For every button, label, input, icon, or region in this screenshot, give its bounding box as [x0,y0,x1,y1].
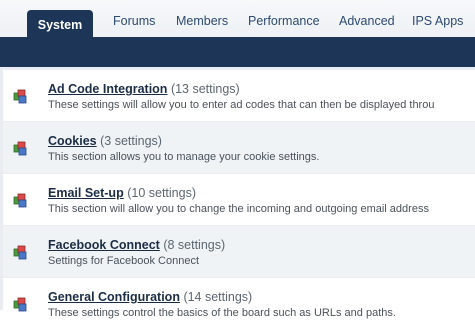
settings-cubes-icon [13,193,27,208]
setting-count: (3 settings) [100,134,162,148]
setting-description: This section allows you to manage your c… [48,151,320,163]
tab-advanced[interactable]: Advanced [339,14,395,28]
setting-count: (14 settings) [183,290,253,304]
setting-title-line: Email Set-up (10 settings) [48,186,196,200]
settings-cubes-icon [13,245,27,260]
settings-row: Facebook Connect (8 settings) Settings f… [3,226,475,277]
tab-system[interactable]: System [27,10,93,38]
setting-title-line: Ad Code Integration (13 settings) [48,82,240,96]
settings-row: General Configuration (14 settings) Thes… [3,278,475,329]
setting-link-general-configuration[interactable]: General Configuration [48,290,180,304]
sub-navigation-bar [0,37,475,67]
settings-row: Email Set-up (10 settings) This section … [3,174,475,225]
settings-list: Ad Code Integration (13 settings) These … [0,67,475,329]
settings-row: Cookies (3 settings) This section allows… [3,122,475,173]
tab-ips-apps[interactable]: IPS Apps [412,14,463,28]
setting-description: These settings will allow you to enter a… [48,99,435,111]
setting-description: Settings for Facebook Connect [48,255,200,267]
setting-count: (8 settings) [163,238,226,252]
tab-members[interactable]: Members [176,14,228,28]
tab-bar: System Forums Members Performance Advanc… [0,0,475,38]
setting-count: (13 settings) [170,82,240,96]
setting-link-email-set-up[interactable]: Email Set-up [48,186,124,200]
setting-link-ad-code-integration[interactable]: Ad Code Integration [48,82,167,96]
setting-title-line: Facebook Connect (8 settings) [48,238,225,252]
tab-performance[interactable]: Performance [248,14,320,28]
settings-row: Ad Code Integration (13 settings) These … [3,70,475,121]
setting-title-line: General Configuration (14 settings) [48,290,252,304]
settings-cubes-icon [13,89,27,104]
setting-description: This section will allow you to change th… [48,203,429,215]
setting-description: These settings control the basics of the… [48,307,396,319]
setting-link-facebook-connect[interactable]: Facebook Connect [48,238,160,252]
setting-title-line: Cookies (3 settings) [48,134,162,148]
tab-forums[interactable]: Forums [113,14,155,28]
settings-cubes-icon [13,141,27,156]
setting-count: (10 settings) [127,186,196,200]
setting-link-cookies[interactable]: Cookies [48,134,97,148]
